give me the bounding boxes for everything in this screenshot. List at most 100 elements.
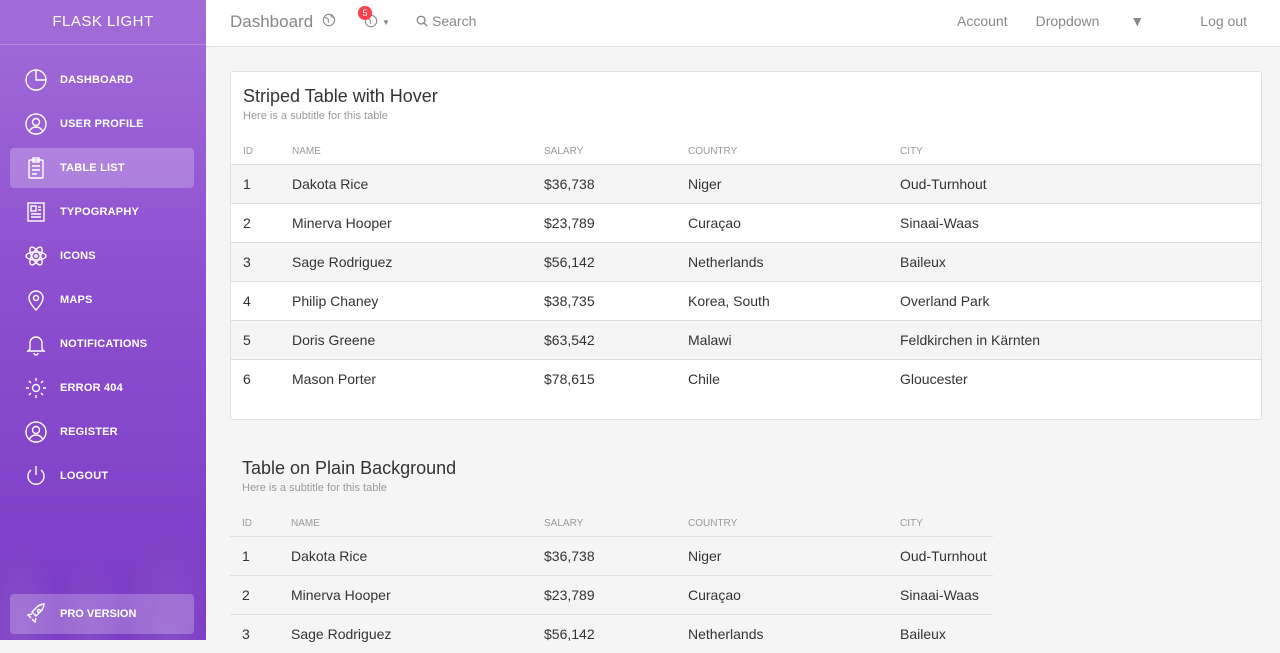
sidebar-item-notifications[interactable]: NOTIFICATIONS bbox=[10, 324, 194, 364]
header-city[interactable]: CITY bbox=[900, 510, 993, 537]
cell-salary: $56,142 bbox=[544, 615, 688, 653]
table-header-row: ID NAME SALARY COUNTRY CITY bbox=[231, 138, 1261, 165]
cell-salary: $63,542 bbox=[544, 321, 688, 360]
page-title[interactable]: Dashboard bbox=[230, 12, 313, 32]
brand-logo[interactable]: FLASK LIGHT bbox=[0, 0, 206, 45]
sidebar-item-register[interactable]: REGISTER bbox=[10, 412, 194, 452]
sidebar-item-label: TYPOGRAPHY bbox=[60, 206, 139, 218]
sidebar-item-maps[interactable]: MAPS bbox=[10, 280, 194, 320]
sidebar-item-label: TABLE LIST bbox=[60, 162, 125, 174]
plain-table-title: Table on Plain Background bbox=[242, 458, 456, 479]
cell-name: Mason Porter bbox=[292, 360, 544, 399]
header-country[interactable]: COUNTRY bbox=[688, 138, 900, 165]
cell-id: 3 bbox=[231, 243, 292, 282]
cell-city: Oud-Turnhout bbox=[900, 165, 1261, 204]
header-name[interactable]: NAME bbox=[292, 138, 544, 165]
cell-id: 2 bbox=[230, 576, 291, 615]
sidebar-item-table-list[interactable]: TABLE LIST bbox=[10, 148, 194, 188]
header-salary[interactable]: SALARY bbox=[544, 138, 688, 165]
newspaper-icon bbox=[22, 198, 50, 226]
cell-city: Gloucester bbox=[900, 360, 1261, 399]
cell-name: Sage Rodriguez bbox=[292, 243, 544, 282]
table-row[interactable]: 3 Sage Rodriguez $56,142 Netherlands Bai… bbox=[230, 615, 993, 653]
table-row[interactable]: 2 Minerva Hooper $23,789 Curaçao Sinaai-… bbox=[230, 576, 993, 615]
header-id[interactable]: ID bbox=[230, 510, 291, 537]
pie-chart-icon bbox=[22, 66, 50, 94]
cell-name: Sage Rodriguez bbox=[291, 615, 544, 653]
header-city[interactable]: CITY bbox=[900, 138, 1261, 165]
account-link[interactable]: Account bbox=[957, 13, 1008, 29]
cell-salary: $36,738 bbox=[544, 165, 688, 204]
cell-country: Korea, South bbox=[688, 282, 900, 321]
top-navbar: Dashboard 5 ▼ Search Account Dropdown ▼ L… bbox=[206, 0, 1280, 47]
header-salary[interactable]: SALARY bbox=[544, 510, 688, 537]
bell-icon bbox=[22, 330, 50, 358]
table-row[interactable]: 5 Doris Greene $63,542 Malawi Feldkirche… bbox=[231, 321, 1261, 360]
cell-name: Doris Greene bbox=[292, 321, 544, 360]
search-icon bbox=[416, 15, 428, 27]
power-icon bbox=[22, 462, 50, 490]
sidebar-item-logout[interactable]: LOGOUT bbox=[10, 456, 194, 496]
table-row[interactable]: 6 Mason Porter $78,615 Chile Gloucester bbox=[231, 360, 1261, 399]
sidebar-item-dashboard[interactable]: DASHBOARD bbox=[10, 60, 194, 100]
cell-city: Overland Park bbox=[900, 282, 1261, 321]
chevron-down-icon: ▼ bbox=[382, 18, 390, 27]
cell-country: Niger bbox=[688, 537, 900, 576]
cell-id: 6 bbox=[231, 360, 292, 399]
dropdown-link[interactable]: Dropdown ▼ bbox=[1036, 13, 1173, 29]
logout-link[interactable]: Log out bbox=[1200, 13, 1247, 29]
striped-table: ID NAME SALARY COUNTRY CITY 1 Dakota Ric… bbox=[231, 138, 1261, 398]
cell-salary: $23,789 bbox=[544, 576, 688, 615]
cell-city: Baileux bbox=[900, 615, 993, 653]
header-id[interactable]: ID bbox=[231, 138, 292, 165]
cell-salary: $38,735 bbox=[544, 282, 688, 321]
striped-table-card: Striped Table with Hover Here is a subti… bbox=[230, 71, 1262, 420]
sidebar-item-label: DASHBOARD bbox=[60, 74, 133, 86]
cell-id: 3 bbox=[230, 615, 291, 653]
cell-country: Malawi bbox=[688, 321, 900, 360]
atom-icon bbox=[22, 242, 50, 270]
sidebar-item-label: REGISTER bbox=[60, 426, 118, 438]
cell-country: Curaçao bbox=[688, 576, 900, 615]
notifications-dropdown[interactable]: 5 ▼ bbox=[364, 12, 392, 32]
cell-name: Minerva Hooper bbox=[291, 576, 544, 615]
chevron-down-icon: ▼ bbox=[1130, 13, 1144, 29]
user-circle-icon bbox=[22, 418, 50, 446]
sidebar-item-label: ICONS bbox=[60, 250, 96, 262]
cell-name: Philip Chaney bbox=[292, 282, 544, 321]
table-row[interactable]: 1 Dakota Rice $36,738 Niger Oud-Turnhout bbox=[231, 165, 1261, 204]
cell-country: Netherlands bbox=[688, 615, 900, 653]
cell-salary: $78,615 bbox=[544, 360, 688, 399]
sidebar-item-label: LOGOUT bbox=[60, 470, 108, 482]
table-row[interactable]: 2 Minerva Hooper $23,789 Curaçao Sinaai-… bbox=[231, 204, 1261, 243]
table-row[interactable]: 3 Sage Rodriguez $56,142 Netherlands Bai… bbox=[231, 243, 1261, 282]
sidebar-item-label: MAPS bbox=[60, 294, 93, 306]
cell-country: Chile bbox=[688, 360, 900, 399]
sidebar: FLASK LIGHT DASHBOARD USER PROFILE TABLE… bbox=[0, 0, 206, 640]
notification-badge: 5 bbox=[358, 6, 372, 20]
cell-country: Niger bbox=[688, 165, 900, 204]
search-link[interactable]: Search bbox=[416, 13, 476, 29]
header-name[interactable]: NAME bbox=[291, 510, 544, 537]
sidebar-item-user-profile[interactable]: USER PROFILE bbox=[10, 104, 194, 144]
search-label: Search bbox=[432, 13, 476, 29]
gear-icon bbox=[22, 374, 50, 402]
pro-version-button[interactable]: PRO VERSION bbox=[10, 594, 194, 634]
sidebar-item-icons[interactable]: ICONS bbox=[10, 236, 194, 276]
table-row[interactable]: 4 Philip Chaney $38,735 Korea, South Ove… bbox=[231, 282, 1261, 321]
globe-icon[interactable] bbox=[322, 13, 336, 27]
card-subtitle: Here is a subtitle for this table bbox=[243, 110, 388, 122]
user-circle-icon bbox=[22, 110, 50, 138]
cell-city: Baileux bbox=[900, 243, 1261, 282]
cell-city: Feldkirchen in Kärnten bbox=[900, 321, 1261, 360]
plain-table: ID NAME SALARY COUNTRY CITY 1 Dakota Ric… bbox=[230, 510, 993, 653]
sidebar-item-label: NOTIFICATIONS bbox=[60, 338, 147, 350]
sidebar-item-error-404[interactable]: ERROR 404 bbox=[10, 368, 194, 408]
dropdown-label: Dropdown bbox=[1036, 13, 1100, 29]
cell-country: Netherlands bbox=[688, 243, 900, 282]
sidebar-item-typography[interactable]: TYPOGRAPHY bbox=[10, 192, 194, 232]
cell-id: 1 bbox=[231, 165, 292, 204]
table-row[interactable]: 1 Dakota Rice $36,738 Niger Oud-Turnhout bbox=[230, 537, 993, 576]
cell-city: Sinaai-Waas bbox=[900, 204, 1261, 243]
header-country[interactable]: COUNTRY bbox=[688, 510, 900, 537]
